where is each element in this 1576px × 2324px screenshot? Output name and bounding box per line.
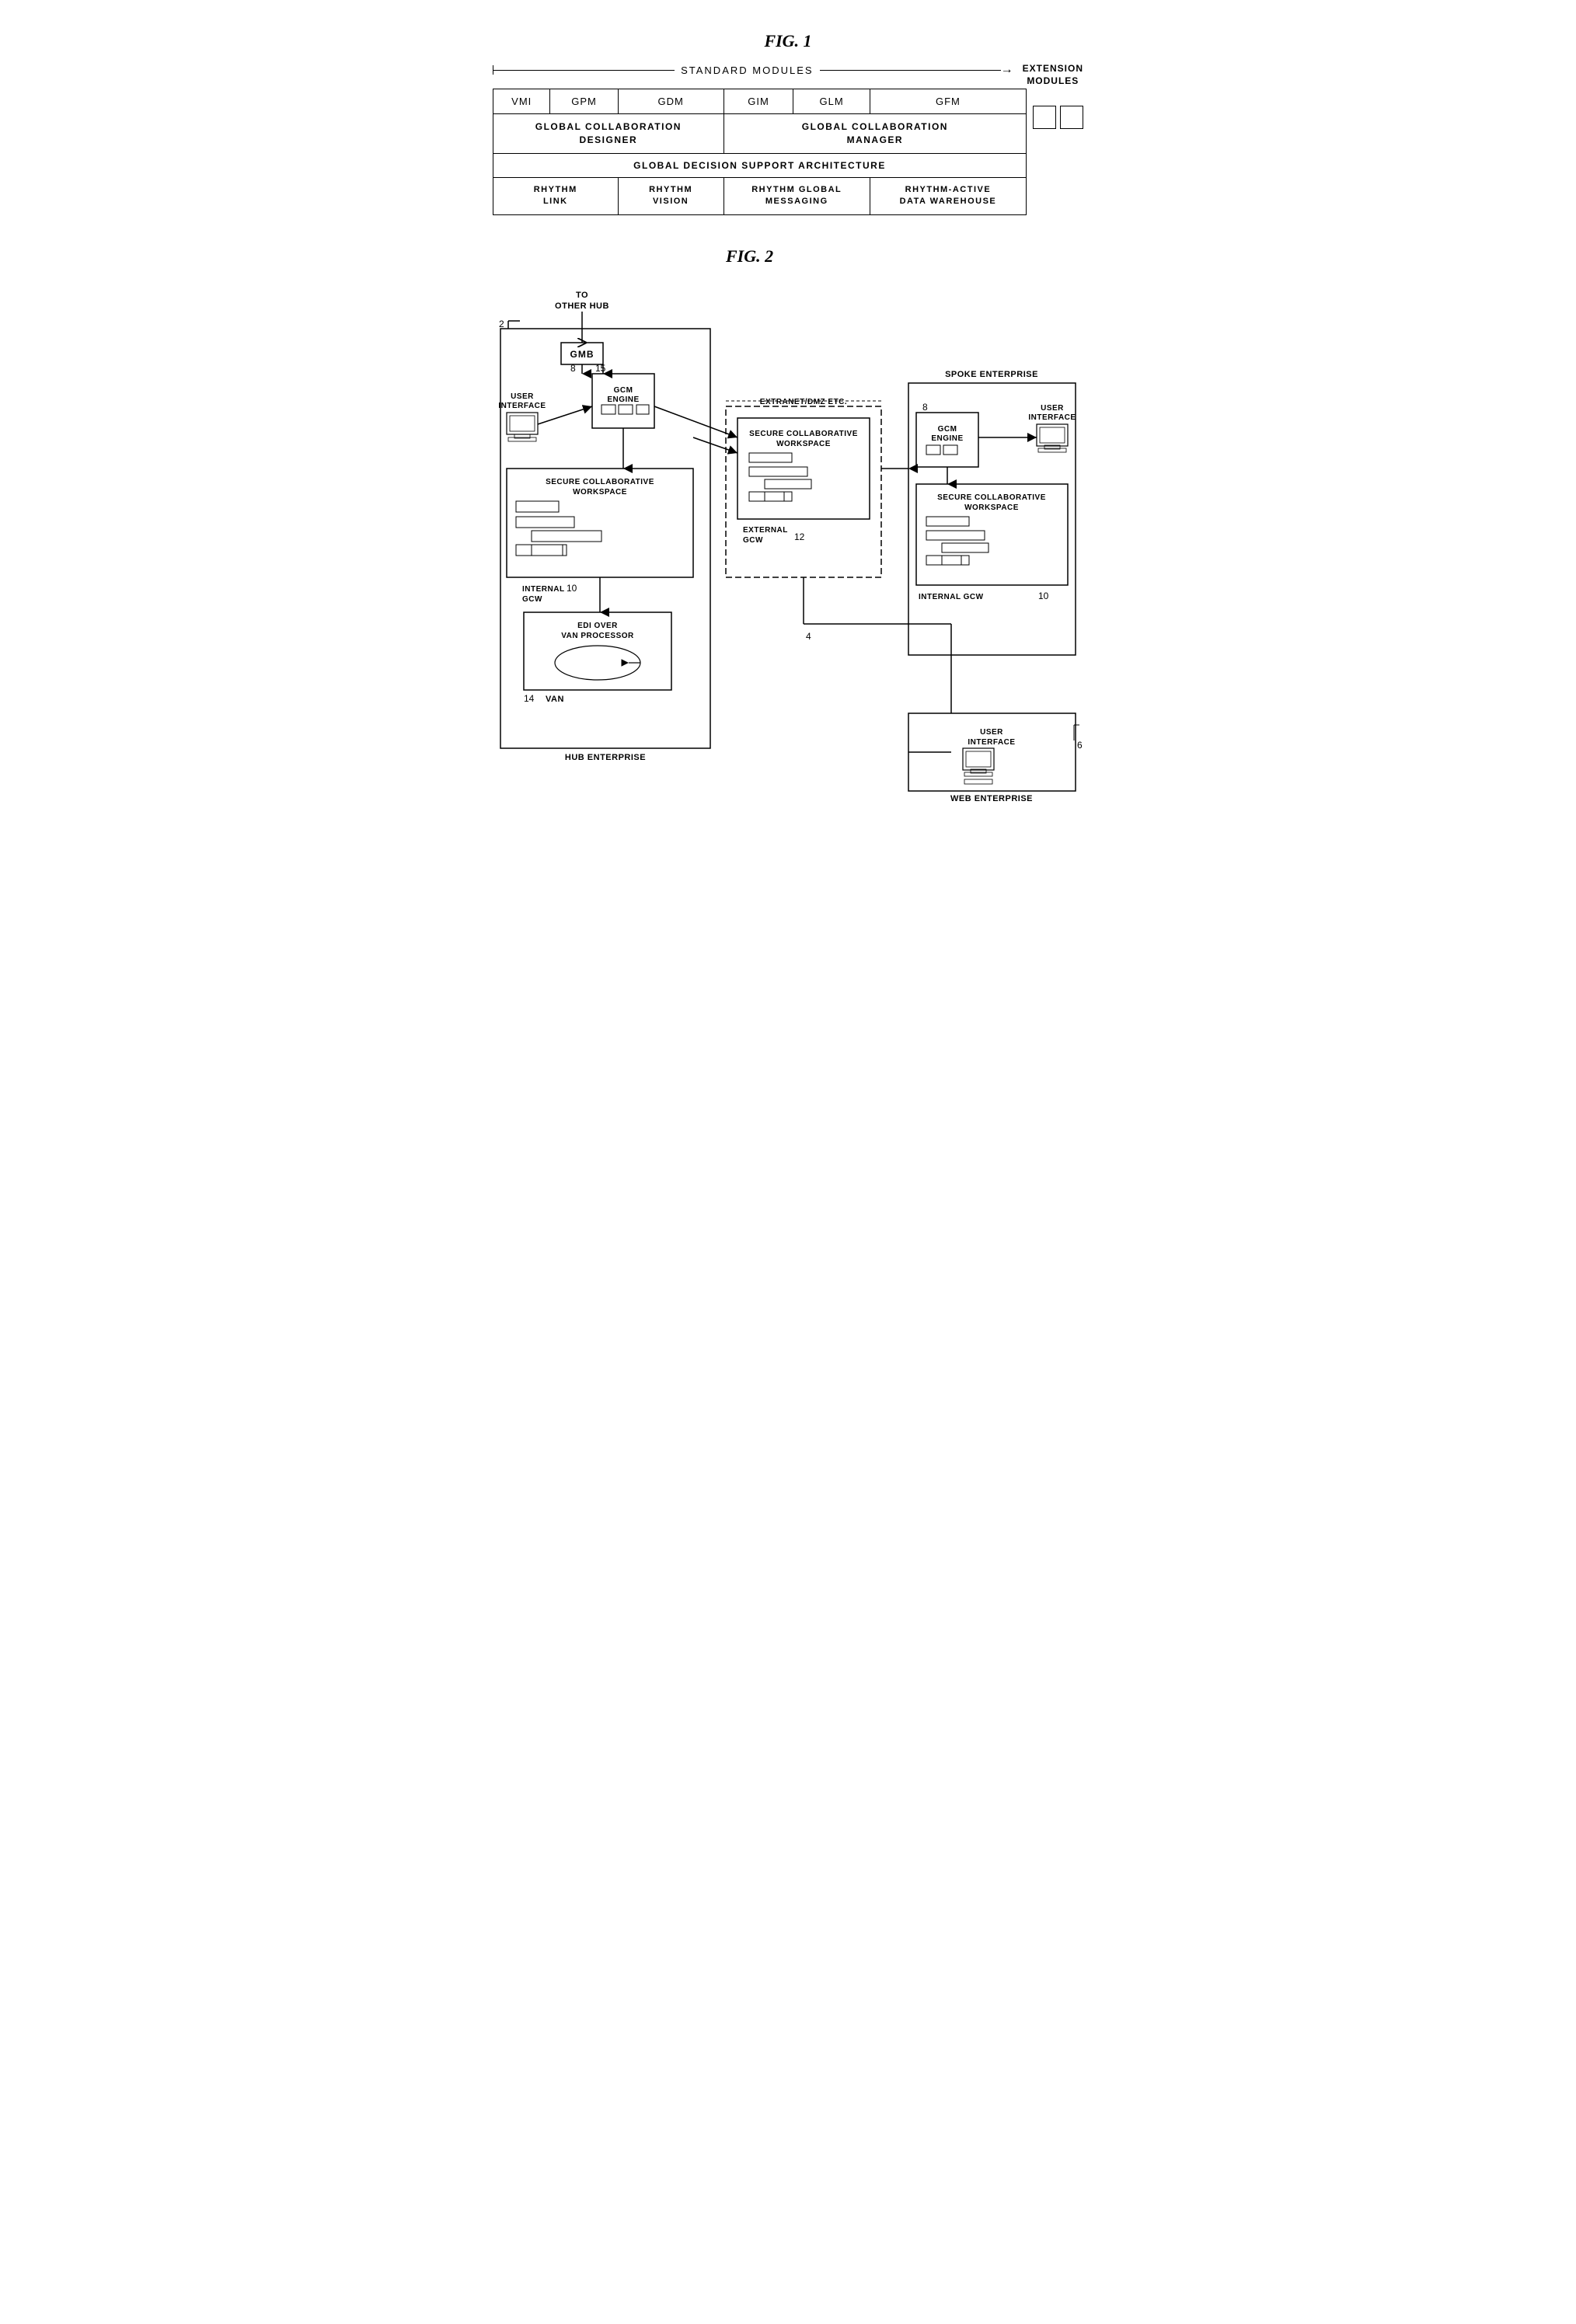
- svg-text:2: 2: [499, 319, 504, 329]
- ext-box-2: [1060, 106, 1083, 129]
- fig1-title: FIG. 1: [493, 31, 1083, 51]
- ext-box-1: [1033, 106, 1056, 129]
- svg-text:ENGINE: ENGINE: [931, 434, 963, 443]
- svg-text:EXTRANET/DMZ ETC.: EXTRANET/DMZ ETC.: [760, 398, 847, 406]
- svg-text:TO: TO: [576, 291, 588, 300]
- svg-text:HUB ENTERPRISE: HUB ENTERPRISE: [565, 753, 646, 762]
- module-gpm: GPM: [550, 89, 618, 114]
- svg-text:SECURE COLLABORATIVE: SECURE COLLABORATIVE: [749, 430, 858, 438]
- svg-text:GCW: GCW: [743, 536, 763, 545]
- svg-text:EXTERNAL: EXTERNAL: [743, 526, 788, 535]
- svg-text:GCM: GCM: [938, 425, 957, 434]
- svg-text:12: 12: [794, 531, 805, 542]
- global-collab-designer: GLOBAL COLLABORATIONDESIGNER: [493, 114, 724, 154]
- collaboration-row: GLOBAL COLLABORATIONDESIGNER GLOBAL COLL…: [493, 114, 1027, 154]
- svg-text:INTERNAL: INTERNAL: [522, 585, 565, 594]
- module-gdm: GDM: [618, 89, 723, 114]
- rhythm-global-messaging: RHYTHM GLOBALMESSAGING: [723, 177, 870, 214]
- svg-text:USER: USER: [1041, 404, 1064, 413]
- svg-text:10: 10: [1038, 591, 1049, 601]
- decision-support-row: GLOBAL DECISION SUPPORT ARCHITECTURE: [493, 153, 1027, 177]
- svg-text:SECURE COLLABORATIVE: SECURE COLLABORATIVE: [546, 478, 654, 486]
- extension-boxes: [1033, 106, 1083, 129]
- svg-text:14: 14: [524, 693, 535, 704]
- svg-text:8: 8: [922, 402, 928, 413]
- module-glm: GLM: [793, 89, 870, 114]
- fig2-diagram: 2 TO OTHER HUB: [493, 282, 1083, 841]
- module-gfm: GFM: [870, 89, 1026, 114]
- svg-text:WORKSPACE: WORKSPACE: [573, 488, 627, 497]
- svg-text:6: 6: [1077, 740, 1083, 751]
- svg-text:15: 15: [595, 363, 606, 374]
- fig1: FIG. 1 STANDARD MODULES → EXTENSIONMODUL…: [493, 31, 1083, 215]
- svg-text:GCM: GCM: [614, 386, 633, 395]
- svg-text:WEB ENTERPRISE: WEB ENTERPRISE: [950, 794, 1033, 803]
- modules-row: VMI GPM GDM GIM GLM GFM: [493, 89, 1027, 114]
- svg-text:ENGINE: ENGINE: [607, 395, 639, 404]
- svg-text:WORKSPACE: WORKSPACE: [776, 440, 831, 448]
- module-gim: GIM: [723, 89, 793, 114]
- svg-text:OTHER HUB: OTHER HUB: [555, 301, 609, 311]
- rhythm-link: RHYTHMLINK: [493, 177, 619, 214]
- rhythm-vision: RHYTHMVISION: [618, 177, 723, 214]
- svg-text:10: 10: [567, 583, 577, 594]
- svg-text:INTERNAL GCW: INTERNAL GCW: [919, 593, 984, 601]
- svg-text:INTERFACE: INTERFACE: [498, 402, 546, 410]
- svg-text:EDI OVER: EDI OVER: [577, 622, 618, 630]
- svg-text:USER: USER: [980, 728, 1003, 737]
- svg-text:INTERFACE: INTERFACE: [968, 738, 1015, 747]
- svg-text:GCW: GCW: [522, 595, 542, 604]
- svg-text:SECURE COLLABORATIVE: SECURE COLLABORATIVE: [937, 493, 1046, 502]
- svg-text:4: 4: [806, 631, 811, 642]
- svg-text:8: 8: [570, 363, 576, 374]
- fig2: FIG. 2 2 TO OTHER HUB: [493, 246, 1083, 845]
- svg-text:VAN PROCESSOR: VAN PROCESSOR: [561, 632, 634, 640]
- svg-text:USER: USER: [511, 392, 534, 401]
- module-vmi: VMI: [493, 89, 550, 114]
- global-collab-manager: GLOBAL COLLABORATIONMANAGER: [723, 114, 1026, 154]
- svg-text:VAN: VAN: [546, 695, 564, 704]
- svg-text:WORKSPACE: WORKSPACE: [964, 503, 1019, 512]
- fig2-title: FIG. 2: [726, 246, 1083, 267]
- rhythm-row: RHYTHMLINK RHYTHMVISION RHYTHM GLOBALMES…: [493, 177, 1027, 214]
- svg-text:INTERFACE: INTERFACE: [1028, 413, 1076, 422]
- extension-modules-label: EXTENSIONMODULES: [1023, 63, 1083, 87]
- svg-text:GMB: GMB: [570, 349, 594, 360]
- rhythm-active-data-warehouse: RHYTHM-ACTIVEDATA WAREHOUSE: [870, 177, 1026, 214]
- global-decision-support: GLOBAL DECISION SUPPORT ARCHITECTURE: [493, 153, 1027, 177]
- svg-text:SPOKE ENTERPRISE: SPOKE ENTERPRISE: [945, 370, 1038, 379]
- standard-modules-label: STANDARD MODULES: [675, 64, 819, 76]
